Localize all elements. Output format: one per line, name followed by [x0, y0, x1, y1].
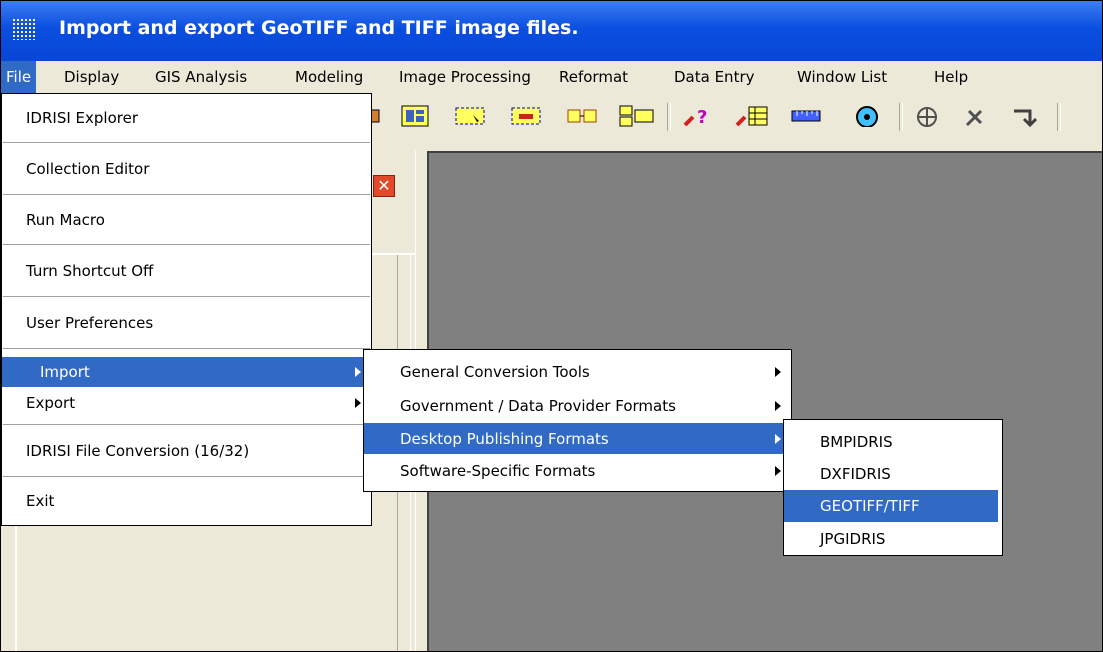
- menu-item-label: BMPIDRIS: [820, 432, 893, 451]
- menu-gis-analysis[interactable]: GIS Analysis: [150, 61, 252, 93]
- query-icon[interactable]: ?: [683, 105, 715, 127]
- target-icon[interactable]: [855, 105, 879, 127]
- submenu-arrow-icon: [355, 398, 361, 408]
- menu-modeling[interactable]: Modeling: [290, 61, 368, 93]
- file-menu: IDRISI Explorer Collection Editor Run Ma…: [1, 93, 372, 526]
- menu-item-label: IDRISI File Conversion (16/32): [26, 442, 250, 460]
- layout-icon[interactable]: [619, 105, 655, 127]
- menu-item-label: DXFIDRIS: [820, 465, 891, 483]
- menu-item-import[interactable]: Import: [2, 357, 371, 387]
- separator: [3, 348, 370, 350]
- menu-file[interactable]: File: [1, 61, 37, 93]
- link-icon[interactable]: [567, 105, 599, 127]
- crosshair-icon[interactable]: [915, 105, 939, 127]
- menu-item-software-specific-formats[interactable]: Software-Specific Formats: [364, 455, 791, 487]
- redirect-icon[interactable]: [1011, 105, 1037, 127]
- menu-item-label: Collection Editor: [26, 160, 150, 178]
- tools-icon[interactable]: [963, 105, 989, 127]
- menu-image-processing[interactable]: Image Processing: [394, 61, 536, 93]
- import-submenu: General Conversion Tools Government / Da…: [363, 349, 792, 492]
- toolbar-partial-icon[interactable]: [371, 105, 381, 127]
- menu-item-label: Software-Specific Formats: [400, 462, 596, 480]
- menu-item-government-formats[interactable]: Government / Data Provider Formats: [364, 390, 791, 422]
- menu-item-label: GEOTIFF/TIFF: [820, 497, 920, 515]
- menu-item-turn-shortcut-off[interactable]: Turn Shortcut Off: [2, 246, 371, 296]
- menu-item-label: Export: [26, 394, 76, 412]
- menu-display[interactable]: Display: [59, 61, 124, 93]
- menu-data-entry[interactable]: Data Entry: [669, 61, 760, 93]
- svg-text:?: ?: [697, 107, 707, 127]
- submenu-arrow-icon: [775, 401, 781, 411]
- menu-reformat[interactable]: Reformat: [554, 61, 633, 93]
- menu-bar: File Display GIS Analysis Modeling Image…: [1, 61, 1102, 93]
- zoom-window-icon[interactable]: [511, 105, 543, 127]
- close-icon[interactable]: ✕: [373, 175, 395, 197]
- toolbar-separator: [1057, 103, 1061, 131]
- menu-item-collection-editor[interactable]: Collection Editor: [2, 144, 371, 194]
- menu-item-bmpidris[interactable]: BMPIDRIS: [784, 426, 1002, 457]
- menu-item-label: Turn Shortcut Off: [26, 262, 154, 280]
- menu-item-label: Run Macro: [26, 211, 105, 229]
- toolbar: ?: [371, 95, 1102, 137]
- menu-item-exit[interactable]: Exit: [2, 478, 371, 524]
- toolbar-separator: [667, 103, 671, 131]
- window-title: Import and export GeoTIFF and TIFF image…: [59, 17, 579, 39]
- menu-item-jpgidris[interactable]: JPGIDRIS: [784, 523, 1002, 554]
- desktop-publishing-submenu: BMPIDRIS DXFIDRIS GEOTIFF/TIFF JPGIDRIS: [783, 419, 1003, 556]
- app-window: Import and export GeoTIFF and TIFF image…: [0, 0, 1103, 652]
- menu-item-label: General Conversion Tools: [400, 363, 590, 381]
- measure-icon[interactable]: [791, 105, 823, 127]
- composer-icon[interactable]: [401, 105, 431, 127]
- table-query-icon[interactable]: [735, 105, 771, 127]
- submenu-arrow-icon: [775, 367, 781, 377]
- submenu-arrow-icon: [775, 433, 781, 444]
- menu-item-label: JPGIDRIS: [820, 529, 886, 548]
- menu-item-idrisi-explorer[interactable]: IDRISI Explorer: [2, 94, 371, 142]
- menu-item-general-conversion-tools[interactable]: General Conversion Tools: [364, 356, 791, 388]
- menu-item-geotiff-tiff[interactable]: GEOTIFF/TIFF: [784, 490, 998, 522]
- menu-item-label: IDRISI Explorer: [26, 109, 138, 127]
- menu-help[interactable]: Help: [929, 61, 973, 93]
- menu-item-label: Import: [40, 363, 90, 381]
- menu-item-user-preferences[interactable]: User Preferences: [2, 298, 371, 348]
- title-bar: Import and export GeoTIFF and TIFF image…: [1, 1, 1102, 61]
- menu-item-export[interactable]: Export: [2, 388, 371, 418]
- submenu-arrow-icon: [355, 367, 361, 377]
- menu-window-list[interactable]: Window List: [792, 61, 892, 93]
- app-grid-icon: [12, 18, 36, 40]
- menu-item-dxfidris[interactable]: DXFIDRIS: [784, 458, 1002, 490]
- select-icon[interactable]: [455, 105, 487, 127]
- menu-item-label: User Preferences: [26, 314, 154, 332]
- menu-item-label: Desktop Publishing Formats: [400, 429, 609, 448]
- submenu-arrow-icon: [775, 466, 781, 476]
- menu-item-run-macro[interactable]: Run Macro: [2, 196, 371, 244]
- menu-item-label: Exit: [26, 492, 55, 510]
- menu-item-file-conversion[interactable]: IDRISI File Conversion (16/32): [2, 426, 371, 476]
- menu-item-desktop-publishing-formats[interactable]: Desktop Publishing Formats: [364, 423, 791, 454]
- toolbar-separator: [899, 103, 903, 131]
- menu-item-label: Government / Data Provider Formats: [400, 397, 676, 415]
